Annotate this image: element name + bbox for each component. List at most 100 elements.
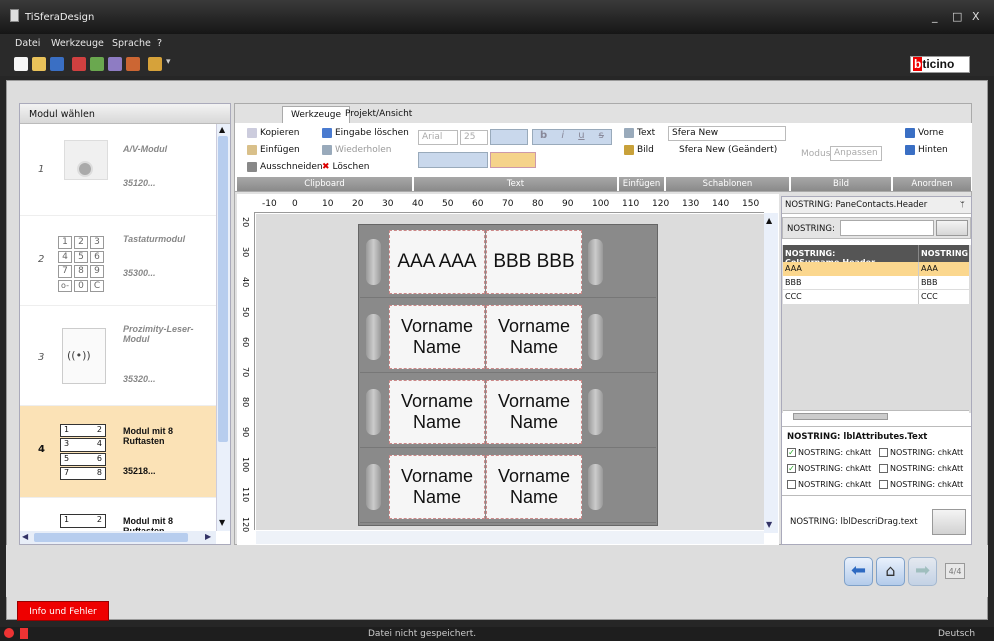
- checkbox-checked-icon[interactable]: ✓: [787, 448, 796, 457]
- module-item-1[interactable]: 1 A/V-Modul 35120...: [20, 126, 216, 216]
- insert-text-button[interactable]: Text: [624, 126, 655, 140]
- attribute-checkbox[interactable]: NOSTRING: chkAtt: [879, 464, 963, 473]
- warning-icon[interactable]: [20, 628, 28, 639]
- name-card[interactable]: Vorname Name: [486, 305, 582, 369]
- error-icon[interactable]: [4, 628, 14, 638]
- led-left-icon[interactable]: [366, 314, 381, 360]
- table-row[interactable]: CCC CCC: [783, 290, 969, 304]
- scroll-down-icon[interactable]: ▼: [219, 518, 225, 527]
- delete-button[interactable]: ✖ Löschen: [322, 160, 370, 174]
- attribute-checkbox[interactable]: ✓ NOSTRING: chkAtt: [787, 464, 871, 473]
- close-button[interactable]: X: [972, 10, 980, 23]
- font-size-combo[interactable]: 25: [460, 130, 488, 145]
- dropdown-arrow-icon[interactable]: ▾: [166, 57, 171, 67]
- menu-werkzeuge[interactable]: Werkzeuge: [51, 38, 104, 49]
- back-button[interactable]: ⬅: [844, 557, 873, 586]
- new-icon[interactable]: [14, 57, 28, 71]
- clear-input-button[interactable]: Eingabe löschen: [322, 126, 409, 140]
- forward-button[interactable]: ➡: [908, 557, 937, 586]
- scroll-up-icon[interactable]: ▲: [219, 125, 225, 134]
- strike-button[interactable]: s: [599, 130, 604, 144]
- cut-button[interactable]: Ausschneiden: [247, 160, 323, 174]
- pin-icon[interactable]: ᛘ: [960, 200, 965, 209]
- color-buttons[interactable]: [418, 152, 488, 168]
- checkbox-unchecked-icon[interactable]: [787, 480, 796, 489]
- menu-help[interactable]: ?: [157, 38, 162, 49]
- save-icon[interactable]: [50, 57, 64, 71]
- canvas-vscrollbar[interactable]: [764, 213, 778, 533]
- scrollbar-thumb[interactable]: [218, 136, 228, 442]
- align-buttons[interactable]: [490, 152, 536, 168]
- menu-sprache[interactable]: Sprache: [112, 38, 151, 49]
- hscrollbar-thumb[interactable]: [793, 413, 888, 420]
- checkbox-checked-icon[interactable]: ✓: [787, 464, 796, 473]
- template-combo[interactable]: Sfera New: [668, 126, 786, 141]
- led-right-icon[interactable]: [588, 239, 603, 285]
- italic-button[interactable]: i: [561, 130, 564, 144]
- send-back-button[interactable]: Hinten: [905, 143, 948, 157]
- attribute-checkbox[interactable]: NOSTRING: chkAtt: [879, 448, 963, 457]
- mode-combo[interactable]: Anpassen: [830, 146, 882, 161]
- scroll-up-icon[interactable]: ▲: [766, 216, 772, 225]
- attribute-checkbox[interactable]: NOSTRING: chkAtt: [787, 480, 871, 489]
- name-card[interactable]: AAA AAA: [389, 230, 485, 294]
- underline-button[interactable]: u: [578, 130, 584, 144]
- paste-button[interactable]: Einfügen: [247, 143, 300, 157]
- module-item-4[interactable]: 12 34 56 78 4 Modul mit 8 Ruftasten 3521…: [20, 406, 216, 498]
- module-item-2[interactable]: 1 2 3 4 5 6 7 8 9 o- 0 C 2 Tastaturmodul…: [20, 216, 216, 306]
- col-second-header[interactable]: NOSTRING: C: [919, 245, 969, 262]
- print-icon[interactable]: [126, 57, 140, 71]
- template-variant-combo[interactable]: Sfera New (Geändert): [676, 144, 786, 159]
- filter-button[interactable]: [936, 220, 968, 236]
- table-row[interactable]: AAA AAA: [783, 262, 969, 276]
- led-right-icon[interactable]: [588, 314, 603, 360]
- grid-hscrollbar[interactable]: [783, 410, 969, 422]
- scroll-left-icon[interactable]: ◀: [22, 532, 28, 541]
- name-card[interactable]: Vorname Name: [389, 305, 485, 369]
- home-button[interactable]: ⌂: [876, 557, 905, 586]
- checkbox-unchecked-icon[interactable]: [879, 448, 888, 457]
- menu-datei[interactable]: Datei: [15, 38, 40, 49]
- redo-button[interactable]: Wiederholen: [322, 143, 391, 157]
- led-left-icon[interactable]: [366, 239, 381, 285]
- font-combo[interactable]: Arial: [418, 130, 458, 145]
- import-icon[interactable]: [72, 57, 86, 71]
- grow-shrink-font-button[interactable]: [490, 129, 528, 145]
- bring-front-button[interactable]: Vorne: [905, 126, 944, 140]
- led-left-icon[interactable]: [366, 464, 381, 510]
- open-folder-icon[interactable]: [32, 57, 46, 71]
- ruler-tick-label: 30: [382, 199, 394, 209]
- insert-image-button[interactable]: Bild: [624, 143, 654, 157]
- hscrollbar-thumb[interactable]: [34, 533, 188, 542]
- led-left-icon[interactable]: [366, 389, 381, 435]
- name-card[interactable]: Vorname Name: [389, 380, 485, 444]
- scroll-right-icon[interactable]: ▶: [205, 532, 211, 541]
- upload-icon[interactable]: [108, 57, 122, 71]
- tab-projekt-ansicht[interactable]: Projekt/Ansicht: [337, 106, 420, 123]
- module-item-5[interactable]: 12 Modul mit 8 Ruftasten: [20, 512, 216, 536]
- name-card[interactable]: Vorname Name: [389, 455, 485, 519]
- language-icon[interactable]: [148, 57, 162, 71]
- minimize-button[interactable]: _: [932, 10, 938, 23]
- table-row[interactable]: BBB BBB: [783, 276, 969, 290]
- drag-button[interactable]: [932, 509, 966, 535]
- col-surname-header[interactable]: NOSTRING: ColSurname.Header: [783, 245, 919, 267]
- copy-button[interactable]: Kopieren: [247, 126, 299, 140]
- checkbox-unchecked-icon[interactable]: [879, 464, 888, 473]
- name-card[interactable]: Vorname Name: [486, 455, 582, 519]
- name-card[interactable]: BBB BBB: [486, 230, 582, 294]
- filter-input[interactable]: [840, 220, 934, 236]
- export-icon[interactable]: [90, 57, 104, 71]
- maximize-button[interactable]: □: [952, 10, 962, 23]
- bold-button[interactable]: b: [540, 130, 547, 144]
- scroll-down-icon[interactable]: ▼: [766, 520, 772, 529]
- module-item-3[interactable]: ((•)) 3 Prozimity-Leser-Modul 35320...: [20, 306, 216, 406]
- led-right-icon[interactable]: [588, 389, 603, 435]
- led-right-icon[interactable]: [588, 464, 603, 510]
- canvas-hscrollbar[interactable]: [256, 531, 764, 544]
- name-card[interactable]: Vorname Name: [486, 380, 582, 444]
- attribute-checkbox[interactable]: ✓ NOSTRING: chkAtt: [787, 448, 871, 457]
- checkbox-unchecked-icon[interactable]: [879, 480, 888, 489]
- attribute-checkbox[interactable]: NOSTRING: chkAtt: [879, 480, 963, 489]
- info-errors-button[interactable]: Info und Fehler: [17, 601, 109, 621]
